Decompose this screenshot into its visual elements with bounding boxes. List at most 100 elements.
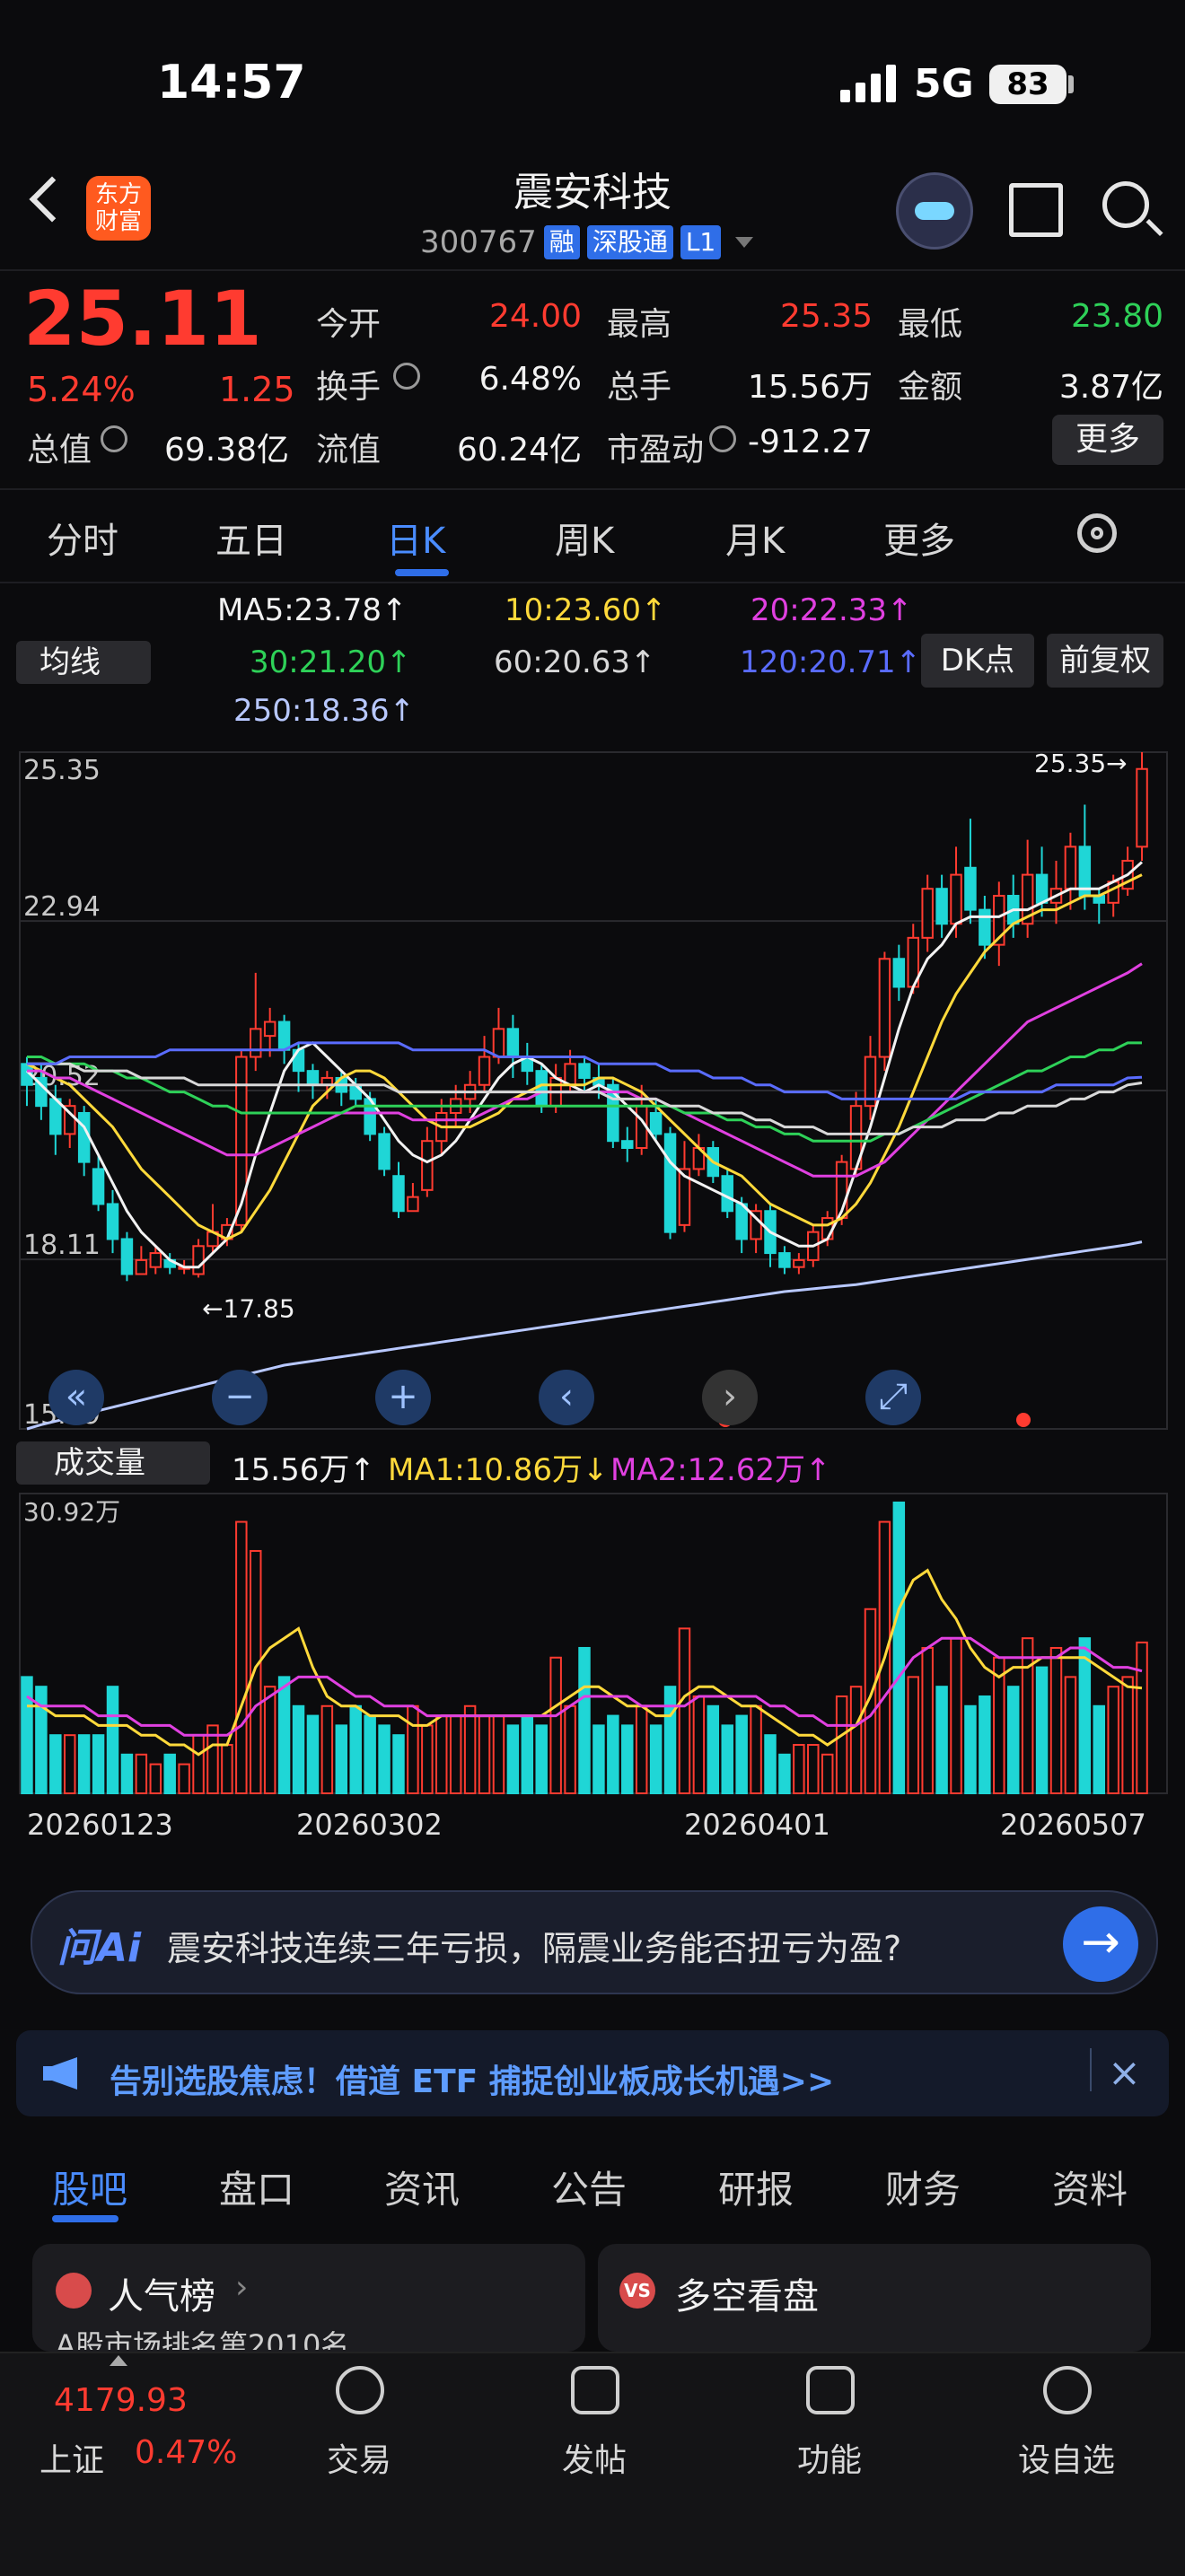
fullscreen-icon[interactable]: ⤢ — [865, 1370, 921, 1425]
volume-selector-label: 成交量 — [54, 1445, 145, 1481]
candle-body — [192, 1245, 205, 1275]
share-icon[interactable] — [1009, 183, 1063, 237]
volume-bar — [135, 1753, 148, 1795]
y-tick-label: 25.35 — [23, 755, 101, 786]
index-value[interactable]: 4179.93 — [54, 2382, 188, 2419]
close-icon[interactable]: × — [1108, 2050, 1141, 2096]
volume-bar — [849, 1686, 863, 1795]
candle-body — [120, 1238, 134, 1275]
volume-bar — [649, 1724, 663, 1794]
gear-icon[interactable] — [1077, 513, 1117, 553]
tab-research[interactable]: 研报 — [718, 2160, 794, 2214]
volume-bar — [435, 1714, 448, 1795]
volume-selector[interactable]: 成交量 — [16, 1441, 210, 1485]
volume-bar — [607, 1714, 619, 1795]
nav-trade[interactable]: 交易 — [287, 2434, 431, 2481]
high-annotation: 25.35→ — [1034, 749, 1128, 778]
tab-daily-k[interactable]: 日K — [386, 512, 445, 564]
volume-bar — [964, 1704, 977, 1794]
adjust-button[interactable]: 前复权 — [1047, 634, 1163, 688]
promo-text[interactable]: 告别选股焦虑！借道 ETF 捕捉创业板成长机遇>> — [110, 2055, 834, 2102]
volume-bar — [1093, 1704, 1105, 1794]
current-price: 25.11 — [23, 275, 262, 363]
candle-body — [778, 1252, 791, 1268]
volume-bar — [1035, 1666, 1049, 1795]
more-button[interactable]: 更多 — [1052, 415, 1163, 465]
volume-bar — [149, 1763, 162, 1794]
tab-intraday[interactable]: 分时 — [47, 512, 118, 564]
battery-tip — [1068, 75, 1074, 93]
volume-bar — [478, 1714, 491, 1795]
ma30-label: 30:21.20↑ — [250, 644, 412, 680]
ai-question[interactable]: 震安科技连续三年亏损，隔震业务能否扭亏为盈? — [167, 1921, 901, 1970]
nav-post[interactable]: 发帖 — [522, 2434, 666, 2481]
ma60-label: 60:20.63↑ — [494, 644, 656, 680]
info-icon[interactable] — [101, 425, 127, 452]
info-icon[interactable] — [393, 363, 420, 390]
tag-level: L1 — [680, 225, 722, 259]
tab-forum[interactable]: 股吧 — [52, 2160, 127, 2214]
battery-icon: 83 — [989, 65, 1066, 104]
label-high: 最高 — [607, 306, 672, 343]
more-dots-icon[interactable] — [1043, 2366, 1092, 2414]
tab-news[interactable]: 资讯 — [384, 2160, 460, 2214]
volume-bar — [335, 1724, 348, 1794]
volume-bar — [707, 1704, 720, 1794]
tab-finance[interactable]: 财务 — [885, 2160, 961, 2214]
index-name[interactable]: 上证 — [40, 2434, 104, 2481]
ai-logo: 问Ai — [57, 1925, 142, 1971]
search-icon[interactable] — [1102, 181, 1149, 228]
tab-weekly-k[interactable]: 周K — [555, 512, 614, 564]
trade-icon[interactable] — [336, 2366, 384, 2414]
candle-body — [250, 1028, 262, 1058]
candle-body — [821, 1217, 834, 1240]
stock-code-line[interactable]: 300767 融 深股通 L1 — [420, 224, 754, 260]
scroll-left-icon[interactable]: ‹ — [539, 1370, 594, 1425]
volume-bar — [392, 1734, 405, 1795]
tag-connect: 深股通 — [586, 225, 673, 259]
candle-body — [407, 1196, 419, 1213]
volume-bar — [77, 1734, 91, 1795]
volume-bar — [306, 1714, 320, 1795]
nav-add-watchlist[interactable]: 设自选 — [995, 2434, 1138, 2481]
nav-functions[interactable]: 功能 — [758, 2434, 901, 2481]
dk-point-button[interactable]: DK点 — [921, 634, 1034, 688]
arrow-right-icon[interactable]: → — [1063, 1906, 1138, 1982]
volume-bar — [49, 1734, 62, 1795]
post-icon[interactable] — [571, 2366, 619, 2414]
tab-order-book[interactable]: 盘口 — [219, 2160, 294, 2214]
volume-bar — [235, 1520, 248, 1794]
candle-body — [950, 873, 962, 925]
tab-five-day[interactable]: 五日 — [215, 512, 287, 564]
scroll-right-icon[interactable]: › — [702, 1370, 758, 1425]
ai-robot-icon[interactable] — [896, 172, 973, 250]
volume-bar — [1021, 1637, 1034, 1794]
ma-selector[interactable]: 均线 — [16, 641, 151, 684]
tab-announcements[interactable]: 公告 — [551, 2160, 627, 2214]
candle-body — [478, 1056, 491, 1086]
k-line-chart[interactable]: 25.3522.9420.5218.1115.6925.35→←17.8530.… — [0, 736, 1185, 1867]
candle-body — [77, 1111, 91, 1163]
zoom-in-icon[interactable]: + — [375, 1370, 431, 1425]
volume-bar — [192, 1734, 205, 1795]
tab-monthly-k[interactable]: 月K — [725, 512, 785, 564]
volume-bar — [221, 1743, 233, 1794]
tab-profile[interactable]: 资料 — [1052, 2160, 1128, 2214]
tab-more[interactable]: 更多 — [883, 512, 955, 564]
value-low: 23.80 — [1070, 298, 1163, 335]
label-amount: 金额 — [898, 369, 963, 406]
label-volume: 总手 — [607, 369, 672, 406]
volume-bar — [120, 1753, 134, 1795]
value-float-cap: 60.24亿 — [456, 432, 582, 469]
scroll-left-fast-icon[interactable]: « — [48, 1370, 104, 1425]
volume-bar — [1121, 1676, 1134, 1794]
apps-icon[interactable] — [806, 2366, 855, 2414]
volume-bar — [64, 1734, 76, 1795]
zoom-out-icon[interactable]: − — [212, 1370, 268, 1425]
candle-body — [721, 1175, 733, 1213]
volume-bar — [349, 1704, 362, 1794]
candle-body — [1136, 767, 1148, 848]
volume-bar — [621, 1724, 634, 1794]
candle-body — [378, 1133, 391, 1170]
value-turnover: 6.48% — [478, 361, 582, 398]
